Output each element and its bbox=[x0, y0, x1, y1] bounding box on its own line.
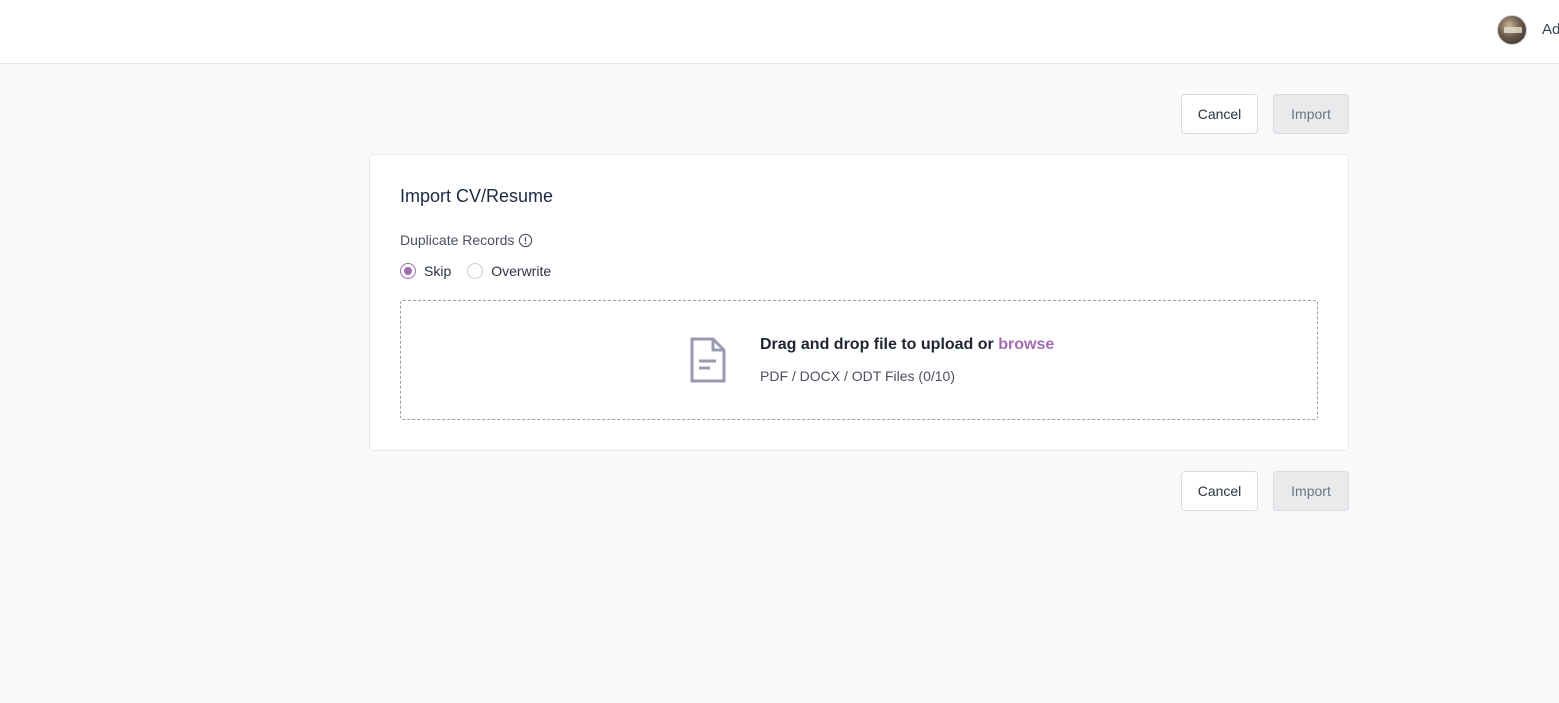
duplicate-records-label: Duplicate Records bbox=[400, 232, 533, 248]
import-card: Import CV/Resume Duplicate Records Skip … bbox=[369, 154, 1349, 451]
dropzone-file-types: PDF / DOCX / ODT Files (0/10) bbox=[760, 368, 955, 384]
info-icon[interactable] bbox=[518, 233, 533, 248]
import-button-bottom[interactable]: Import bbox=[1273, 471, 1349, 511]
skip-radio[interactable] bbox=[400, 263, 416, 279]
cancel-button-bottom[interactable]: Cancel bbox=[1181, 471, 1258, 511]
user-avatar[interactable] bbox=[1497, 15, 1527, 45]
duplicate-records-options: Skip Overwrite bbox=[400, 263, 567, 279]
overwrite-option[interactable]: Overwrite bbox=[467, 263, 551, 279]
file-dropzone[interactable]: Drag and drop file to upload or browse P… bbox=[400, 300, 1318, 420]
cancel-button-top[interactable]: Cancel bbox=[1181, 94, 1258, 134]
dropzone-title: Drag and drop file to upload or browse bbox=[760, 336, 1054, 354]
duplicate-records-text: Duplicate Records bbox=[400, 232, 515, 248]
overwrite-label: Overwrite bbox=[491, 263, 552, 279]
browse-link[interactable]: browse bbox=[998, 336, 1054, 353]
top-bar: Ad bbox=[0, 0, 1559, 64]
page-title: Import CV/Resume bbox=[400, 186, 554, 206]
overwrite-radio[interactable] bbox=[467, 263, 484, 279]
dropzone-main-text: Drag and drop file to upload or bbox=[760, 336, 994, 353]
user-name[interactable]: Ad bbox=[1542, 21, 1559, 38]
skip-option[interactable]: Skip bbox=[400, 263, 451, 279]
import-button-top[interactable]: Import bbox=[1273, 94, 1349, 134]
document-icon bbox=[690, 337, 726, 383]
skip-label: Skip bbox=[424, 263, 452, 279]
